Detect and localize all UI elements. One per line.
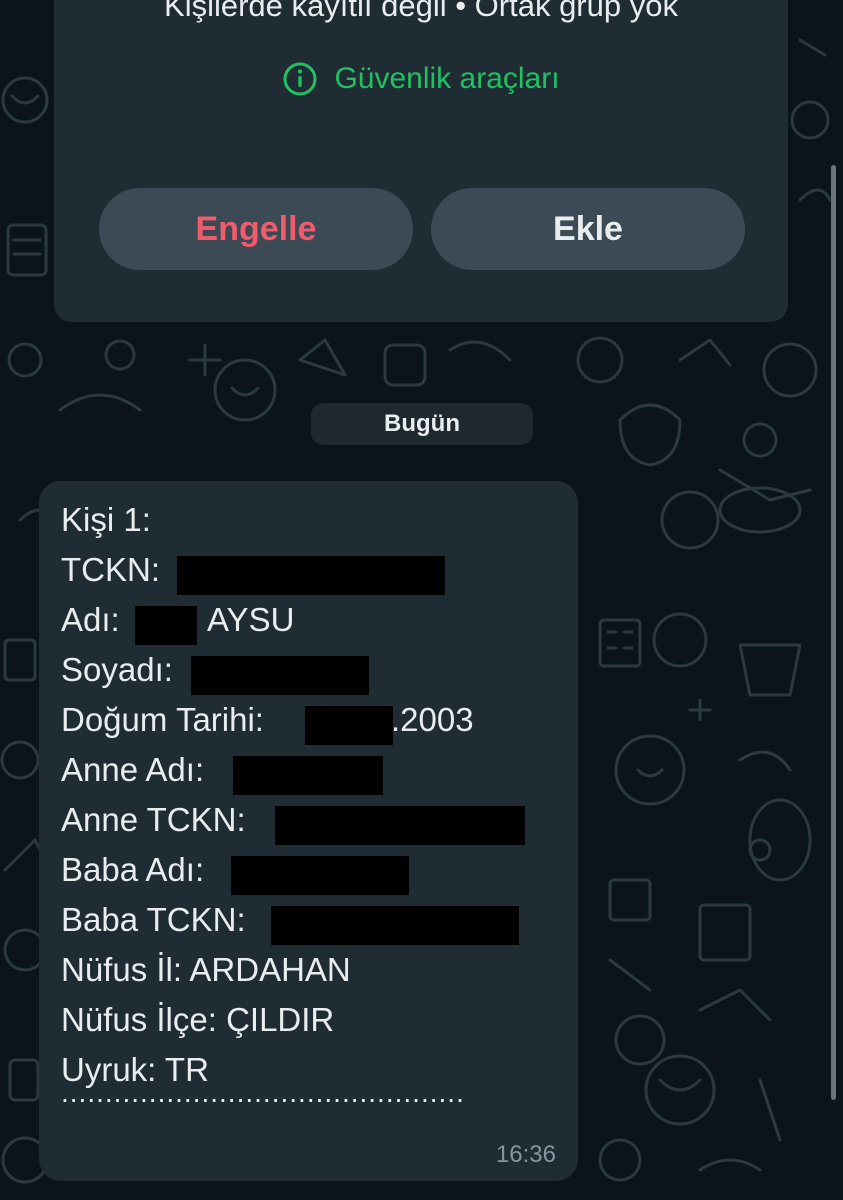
person-label: Kişi 1: <box>61 501 151 538</box>
mother-name-label: Anne Adı: <box>61 751 205 788</box>
security-tools-label: Güvenlik araçları <box>334 62 560 95</box>
redaction-box <box>233 756 383 795</box>
dotted-separator: ........................................… <box>61 1077 465 1108</box>
message-line-district: Nüfus İlçe: ÇILDIR <box>61 995 571 1045</box>
redaction-box <box>231 856 409 895</box>
message-line-province: Nüfus İl: ARDAHAN <box>61 945 571 995</box>
district-text: Nüfus İlçe: ÇILDIR <box>61 1001 335 1038</box>
scrollbar[interactable] <box>831 165 836 1100</box>
message-line-father-tckn: Baba TCKN: <box>61 895 571 945</box>
province-text: Nüfus İl: ARDAHAN <box>61 951 351 988</box>
security-tools-link[interactable]: Güvenlik araçları <box>54 54 788 104</box>
tckn-label: TCKN: <box>61 551 160 588</box>
message-timestamp: 16:36 <box>495 1141 556 1168</box>
block-button[interactable]: Engelle <box>99 188 413 270</box>
redaction-box <box>135 606 197 645</box>
date-separator: Bugün <box>311 403 533 445</box>
message-line-birth-date: Doğum Tarihi: .2003 <box>61 695 571 745</box>
contact-status-text: Kişilerde kayıtlı değil • Ortak grup yok <box>164 0 678 23</box>
redaction-box <box>177 556 445 595</box>
redaction-box <box>305 706 393 745</box>
first-name-value: AYSU <box>207 601 295 638</box>
unknown-contact-card: Kişilerde kayıtlı değil • Ortak grup yok… <box>54 0 788 322</box>
redaction-box <box>275 806 525 845</box>
message-line-tckn: TCKN: <box>61 545 571 595</box>
message-line-mother-name: Anne Adı: <box>61 745 571 795</box>
info-circle-icon <box>282 61 318 97</box>
mother-tckn-label: Anne TCKN: <box>61 801 246 838</box>
surname-label: Soyadı: <box>61 651 173 688</box>
birth-year-value: .2003 <box>391 701 474 738</box>
redaction-box <box>191 656 369 695</box>
message-line-first-name: Adı: AYSU <box>61 595 571 645</box>
message-text: Kişi 1: TCKN: Adı: AYSU Soyadı: Doğum Ta… <box>61 495 571 1095</box>
father-name-label: Baba Adı: <box>61 851 205 888</box>
first-name-label: Adı: <box>61 601 120 638</box>
redaction-box <box>271 906 519 945</box>
message-line-person: Kişi 1: <box>61 495 571 545</box>
message-line-surname: Soyadı: <box>61 645 571 695</box>
add-contact-button[interactable]: Ekle <box>431 188 745 270</box>
message-line-mother-tckn: Anne TCKN: <box>61 795 571 845</box>
message-bubble[interactable]: Kişi 1: TCKN: Adı: AYSU Soyadı: Doğum Ta… <box>39 481 578 1181</box>
message-line-father-name: Baba Adı: <box>61 845 571 895</box>
birth-date-label: Doğum Tarihi: <box>61 701 264 738</box>
father-tckn-label: Baba TCKN: <box>61 901 246 938</box>
